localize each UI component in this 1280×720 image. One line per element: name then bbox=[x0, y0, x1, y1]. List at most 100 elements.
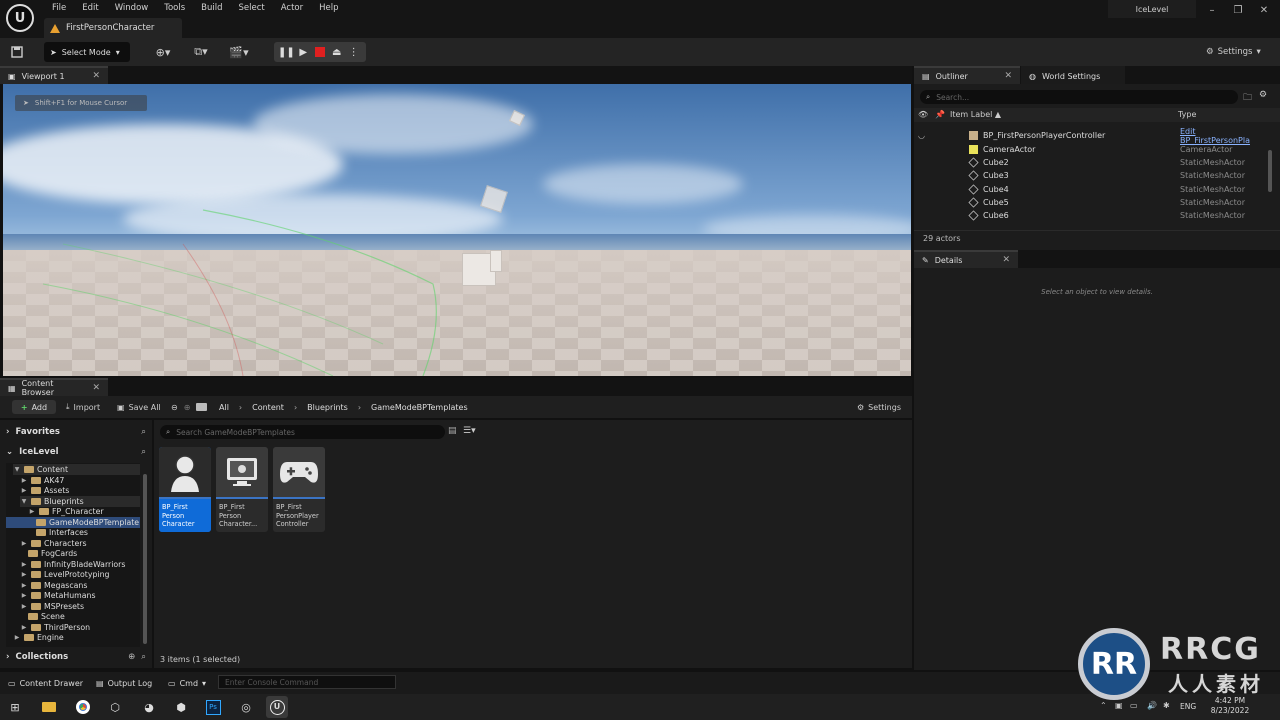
blender-icon[interactable]: ◎ bbox=[235, 696, 257, 718]
menu-edit[interactable]: Edit bbox=[74, 2, 106, 14]
eject-icon[interactable]: ⏏ bbox=[331, 46, 343, 58]
step-icon[interactable]: ▶ bbox=[297, 46, 309, 58]
search-icon[interactable]: ⌕ bbox=[141, 652, 146, 662]
add-actor-icon[interactable]: ⊕▾ bbox=[150, 42, 176, 62]
console-input[interactable]: Enter Console Command bbox=[218, 675, 396, 689]
cube-actor[interactable] bbox=[490, 250, 502, 272]
details-tab[interactable]: ✎ Details ✕ bbox=[914, 250, 1018, 268]
file-explorer-icon[interactable] bbox=[38, 696, 60, 718]
epic-launcher-icon[interactable]: ⬡ bbox=[104, 696, 126, 718]
import-button[interactable]: ⤓ Import bbox=[66, 400, 100, 414]
col-item-label[interactable]: Item Label ▲ bbox=[950, 110, 1001, 119]
level-viewport[interactable]: ➤ Shift+F1 for Mouse Cursor bbox=[3, 84, 911, 376]
gear-icon[interactable]: ⚙ bbox=[1259, 90, 1267, 100]
outliner-row[interactable]: Cube2 StaticMeshActor bbox=[914, 156, 1266, 169]
cmd-dropdown[interactable]: ▭ Cmd ▾ bbox=[168, 676, 206, 690]
breadcrumb-content[interactable]: Content bbox=[252, 403, 284, 412]
close-icon[interactable]: ✕ bbox=[92, 71, 100, 81]
menu-file[interactable]: File bbox=[44, 2, 74, 14]
asset-tile[interactable]: BP_First Person Character bbox=[159, 447, 211, 532]
menu-select[interactable]: Select bbox=[231, 2, 273, 14]
tray-arrow-icon[interactable]: ⌃ bbox=[1100, 701, 1107, 710]
tree-item-megascans[interactable]: ▶ Megascans bbox=[20, 580, 88, 591]
col-type[interactable]: Type bbox=[1178, 110, 1196, 119]
save-search-icon[interactable]: ▤ bbox=[448, 426, 457, 436]
menu-build[interactable]: Build bbox=[193, 2, 230, 14]
close-icon[interactable]: ✕ bbox=[92, 383, 100, 393]
breadcrumb-all[interactable]: All bbox=[219, 403, 229, 412]
outliner-row[interactable]: Cube3 StaticMeshActor bbox=[914, 169, 1266, 182]
tree-item-gamemode[interactable]: GameModeBPTemplate bbox=[6, 517, 140, 528]
blueprint-icon[interactable]: ⧉▾ bbox=[188, 42, 214, 62]
bluetooth-icon[interactable]: ✱ bbox=[1163, 701, 1170, 710]
menu-help[interactable]: Help bbox=[311, 2, 346, 14]
language-indicator[interactable]: ENG bbox=[1180, 702, 1196, 711]
breadcrumb-blueprints[interactable]: Blueprints bbox=[307, 403, 348, 412]
add-button[interactable]: + Add bbox=[12, 400, 56, 414]
world-settings-tab[interactable]: ◍ World Settings bbox=[1021, 66, 1125, 84]
outliner-row[interactable]: Cube4 StaticMeshActor bbox=[914, 183, 1266, 196]
photoshop-icon[interactable]: Ps bbox=[202, 696, 224, 718]
volume-icon[interactable]: 🔊 bbox=[1147, 701, 1157, 710]
viewport-tab[interactable]: ▣ Viewport 1 ✕ bbox=[0, 66, 108, 84]
back-icon[interactable]: ⊖ bbox=[171, 403, 178, 412]
close-window-icon[interactable]: ✕ bbox=[1254, 2, 1274, 18]
tree-item-content[interactable]: ▼ Content bbox=[13, 464, 140, 475]
cinematics-icon[interactable]: 🎬▾ bbox=[226, 42, 252, 62]
tree-item-scene[interactable]: Scene bbox=[28, 612, 65, 623]
tree-item-blueprints[interactable]: ▼ Blueprints bbox=[20, 496, 140, 507]
outliner-row[interactable]: Cube5 StaticMeshActor bbox=[914, 196, 1266, 209]
add-collection-icon[interactable]: ⊕ bbox=[128, 652, 135, 662]
search-icon[interactable]: ⌕ bbox=[141, 427, 146, 437]
tree-item-interfaces[interactable]: Interfaces bbox=[36, 528, 88, 539]
pause-icon[interactable]: ❚❚ bbox=[278, 46, 295, 58]
content-browser-tab[interactable]: ▦ Content Browser ✕ bbox=[0, 378, 108, 397]
menu-actor[interactable]: Actor bbox=[273, 2, 311, 14]
cb-settings-button[interactable]: ⚙ Settings bbox=[857, 400, 901, 414]
favorites-section[interactable]: › Favorites ⌕ bbox=[6, 424, 146, 440]
tree-item-levelprototyping[interactable]: ▶ LevelPrototyping bbox=[20, 570, 110, 581]
tree-item-ak47[interactable]: ▶ AK47 bbox=[20, 475, 65, 486]
unreal-logo-icon[interactable]: U bbox=[6, 4, 34, 32]
outliner-row[interactable]: CameraActor CameraActor bbox=[914, 143, 1266, 156]
tree-item-characters[interactable]: ▶ Characters bbox=[20, 538, 87, 549]
tray-app-icon[interactable]: ▣ bbox=[1115, 701, 1123, 710]
content-drawer-button[interactable]: ▭ Content Drawer bbox=[8, 676, 83, 690]
breadcrumb-gamemode[interactable]: GameModeBPTemplates bbox=[371, 403, 468, 412]
chrome-icon[interactable] bbox=[72, 696, 94, 718]
settings-button[interactable]: ⚙ Settings ▾ bbox=[1206, 42, 1261, 62]
discord-icon[interactable]: ◕ bbox=[138, 696, 160, 718]
close-icon[interactable]: ✕ bbox=[1002, 255, 1010, 265]
network-icon[interactable]: ▭ bbox=[1130, 701, 1138, 710]
eye-icon[interactable]: ◡ bbox=[918, 131, 925, 140]
search-icon[interactable]: ⌕ bbox=[141, 447, 146, 457]
unity-icon[interactable]: ⬢ bbox=[170, 696, 192, 718]
asset-search[interactable]: ⌕ Search GameModeBPTemplates bbox=[160, 425, 445, 439]
level-tab[interactable]: IceLevel bbox=[1108, 0, 1196, 18]
play-options-icon[interactable]: ⋮ bbox=[348, 46, 360, 58]
maximize-icon[interactable]: ❐ bbox=[1228, 2, 1248, 18]
tree-item-infinityblade[interactable]: ▶ InfinityBladeWarriors bbox=[20, 559, 126, 570]
output-log-button[interactable]: ▤ Output Log bbox=[96, 676, 152, 690]
collections-section[interactable]: › Collections ⊕ ⌕ bbox=[6, 649, 146, 665]
tree-item-metahumans[interactable]: ▶ MetaHumans bbox=[20, 591, 96, 602]
tree-item-mspresets[interactable]: ▶ MSPresets bbox=[20, 601, 84, 612]
menu-tools[interactable]: Tools bbox=[156, 2, 193, 14]
close-icon[interactable]: ✕ bbox=[1004, 71, 1012, 81]
document-tab[interactable]: FirstPersonCharacter bbox=[44, 18, 182, 38]
tree-scrollbar[interactable] bbox=[143, 474, 147, 644]
tree-item-thirdperson[interactable]: ▶ ThirdPerson bbox=[20, 622, 90, 633]
outliner-row[interactable]: Cube6 StaticMeshActor bbox=[914, 209, 1266, 222]
windows-start-icon[interactable]: ⊞ bbox=[4, 696, 26, 718]
row-type-link[interactable]: Edit BP_FirstPersonPla bbox=[1180, 127, 1266, 145]
tree-item-fp-character[interactable]: ▶ FP_Character bbox=[28, 507, 104, 518]
save-all-button[interactable]: ▣ Save All bbox=[117, 400, 161, 414]
chevron-right-icon[interactable]: › bbox=[294, 403, 297, 412]
tree-item-engine[interactable]: ▶ Engine bbox=[13, 633, 64, 644]
select-mode-dropdown[interactable]: ➤ Select Mode ▾ bbox=[44, 42, 130, 62]
tree-item-fogcards[interactable]: FogCards bbox=[28, 549, 77, 560]
asset-tile[interactable]: BP_First Person Character... bbox=[216, 447, 268, 532]
system-clock[interactable]: 4:42 PM 8/23/2022 bbox=[1200, 696, 1260, 716]
chevron-right-icon[interactable]: › bbox=[358, 403, 361, 412]
asset-tile[interactable]: BP_First PersonPlayer Controller bbox=[273, 447, 325, 532]
